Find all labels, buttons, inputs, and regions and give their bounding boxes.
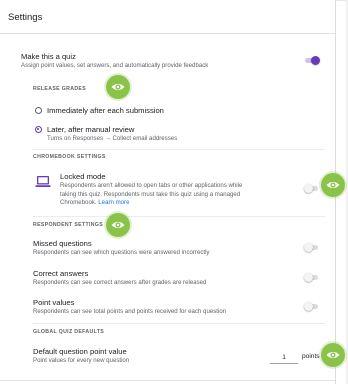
missed-questions-toggle[interactable] bbox=[304, 243, 318, 252]
radio-immediately-label[interactable]: Immediately after each submission bbox=[47, 106, 164, 115]
eye-icon bbox=[321, 343, 345, 367]
make-quiz-subtitle: Assign point values, set answers, and au… bbox=[21, 62, 209, 69]
point-values-toggle[interactable] bbox=[304, 302, 318, 311]
eye-icon bbox=[321, 173, 345, 197]
radio-immediately[interactable] bbox=[35, 107, 42, 114]
default-point-input[interactable]: 1 bbox=[270, 353, 298, 364]
correct-answers-title: Correct answers bbox=[33, 269, 89, 278]
correct-answers-sub: Respondents can see correct answers afte… bbox=[33, 279, 207, 286]
radio-later[interactable] bbox=[35, 126, 42, 133]
header-divider bbox=[0, 33, 335, 34]
locked-mode-toggle[interactable] bbox=[304, 184, 318, 193]
chromebook-caption: CHROMEBOOK SETTINGS bbox=[33, 154, 106, 160]
locked-mode-desc-1: Respondents aren't allowed to open tabs … bbox=[60, 182, 243, 189]
global-defaults-caption: GLOBAL QUIZ DEFAULTS bbox=[33, 329, 105, 335]
divider bbox=[33, 323, 325, 324]
make-quiz-title: Make this a quiz bbox=[21, 52, 76, 61]
locked-mode-desc-2: taking this quiz. Respondents must take … bbox=[60, 190, 241, 198]
settings-card: Settings Make this a quiz Assign point v… bbox=[0, 0, 336, 384]
missed-questions-sub: Respondents can see which questions were… bbox=[33, 249, 210, 256]
laptop-icon bbox=[35, 175, 51, 189]
divider bbox=[33, 149, 325, 150]
eye-icon bbox=[106, 213, 130, 237]
default-point-title: Default question point value bbox=[33, 347, 127, 356]
release-grades-caption: RELEASE GRADES bbox=[33, 86, 87, 92]
default-point-sub: Point values for every new question bbox=[33, 357, 130, 364]
divider bbox=[33, 216, 325, 217]
eye-icon bbox=[106, 75, 130, 99]
card-bottom-divider bbox=[0, 380, 335, 381]
locked-mode-desc-3: Chromebook. Learn more bbox=[60, 199, 129, 208]
locked-mode-desc-3-text: Chromebook. bbox=[60, 199, 97, 207]
points-unit-label: points bbox=[302, 353, 320, 360]
locked-mode-title: Locked mode bbox=[60, 172, 106, 181]
respondent-caption: RESPONDENT SETTINGS bbox=[33, 222, 104, 228]
learn-more-link[interactable]: Learn more bbox=[98, 199, 129, 206]
missed-questions-title: Missed questions bbox=[33, 239, 92, 248]
point-values-title: Point values bbox=[33, 298, 75, 307]
radio-later-sub: Turns on Responses → Collect email addre… bbox=[47, 135, 178, 142]
correct-answers-toggle[interactable] bbox=[304, 273, 318, 282]
radio-later-label[interactable]: Later, after manual review bbox=[47, 125, 134, 134]
settings-title: Settings bbox=[8, 12, 43, 23]
make-quiz-toggle[interactable] bbox=[305, 56, 320, 65]
point-values-sub: Respondents can see total points and poi… bbox=[33, 308, 227, 315]
